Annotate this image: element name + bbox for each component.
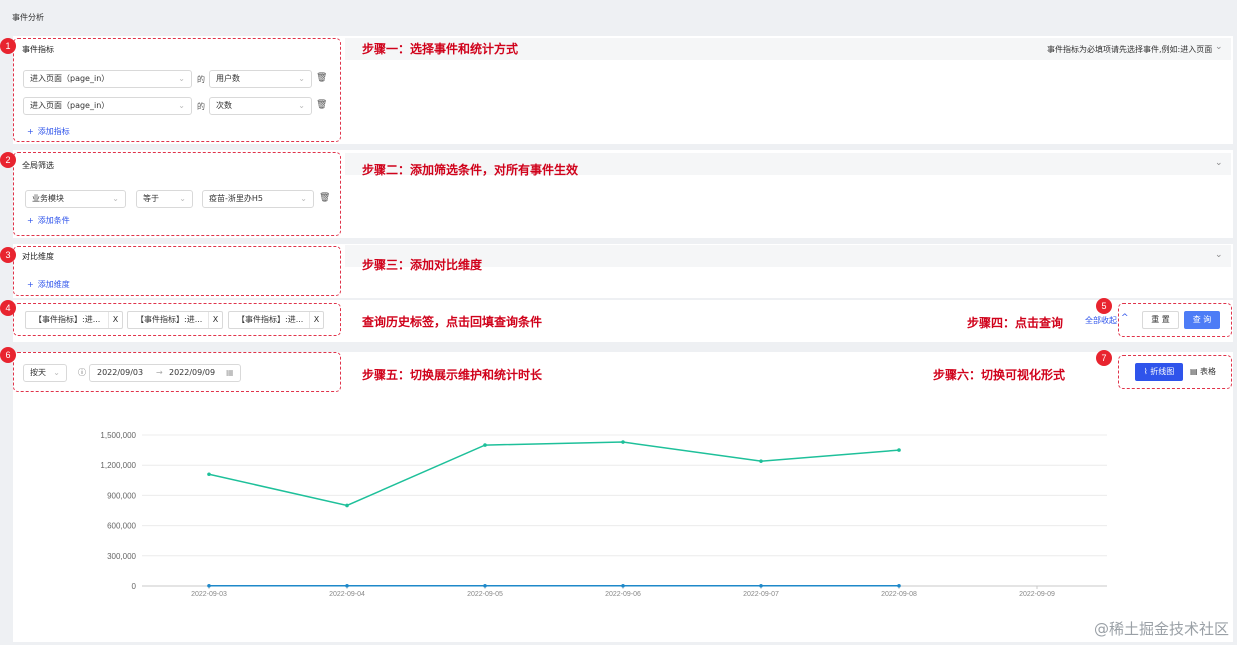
event-metrics-title: 事件指标 <box>22 45 54 54</box>
plus-icon: + <box>27 216 34 225</box>
filter-operator-select[interactable]: 等于 ⌄ <box>136 190 193 208</box>
start-date[interactable]: 2022/09/03 <box>97 365 143 381</box>
chevron-down-icon: ⌄ <box>298 74 305 83</box>
watermark: @稀土掘金技术社区 <box>1093 620 1229 638</box>
step5-annotation: 步骤五：切换展示维护和统计时长 <box>362 368 543 382</box>
history-tag-3-label: 【事件指标】:进... <box>237 315 304 324</box>
close-icon[interactable]: X <box>208 312 222 328</box>
step1-annotation: 步骤一：选择事件和统计方式 <box>362 42 519 56</box>
filter-operator-value: 等于 <box>143 194 159 203</box>
measure-select-2-value: 次数 <box>216 101 232 110</box>
chevron-down-icon: ⌄ <box>53 368 60 377</box>
chevron-down-icon: ⌄ <box>300 194 307 203</box>
history-tag-1-label: 【事件指标】:进... <box>34 315 101 324</box>
measure-select-2[interactable]: 次数 ⌄ <box>209 97 312 115</box>
line-chart-label: 折线图 <box>1150 367 1175 376</box>
date-range-picker[interactable]: 2022/09/03 → 2022/09/09 ▦ <box>89 364 241 382</box>
add-metric-label: 添加指标 <box>37 127 70 136</box>
plus-icon: + <box>27 127 34 136</box>
plus-icon: + <box>27 280 34 289</box>
granularity-select[interactable]: 按天 ⌄ <box>23 364 67 382</box>
history-annotation: 查询历史标签，点击回填查询条件 <box>362 315 543 329</box>
chevron-down-icon: ⌄ <box>298 101 305 110</box>
global-filter-title: 全局筛选 <box>22 161 54 170</box>
history-tag-1[interactable]: 【事件指标】:进... X <box>25 311 123 329</box>
chevron-down-icon: ⌄ <box>179 194 186 203</box>
collapse-all-button[interactable]: 全部收起 <box>1085 315 1117 326</box>
chevron-down-icon: ⌄ <box>178 101 185 110</box>
filter-field-select[interactable]: 业务模块 ⌄ <box>25 190 126 208</box>
step3-annotation: 步骤三：添加对比维度 <box>362 258 483 272</box>
close-icon[interactable]: X <box>108 312 122 328</box>
table-toggle[interactable]: ▤ 表格 <box>1185 363 1221 381</box>
event-select-2[interactable]: 进入页面（page_in） ⌄ <box>23 97 192 115</box>
event-metrics-collapse-icon[interactable]: ⌄ <box>1215 42 1223 52</box>
query-button[interactable]: 查 询 <box>1184 311 1220 329</box>
step-badge-2: 2 <box>0 152 16 168</box>
reset-button[interactable]: 重 置 <box>1142 311 1179 329</box>
table-icon: ▤ <box>1189 367 1201 376</box>
granularity-value: 按天 <box>30 368 46 377</box>
connector-label-1: 的 <box>197 75 205 84</box>
step-badge-7: 7 <box>1096 350 1112 366</box>
global-filter-collapse-icon[interactable]: ⌄ <box>1215 158 1223 168</box>
history-tag-2-label: 【事件指标】:进... <box>136 315 203 324</box>
add-condition-button[interactable]: + 添加条件 <box>27 215 70 226</box>
step-badge-1: 1 <box>0 38 16 54</box>
history-tag-2[interactable]: 【事件指标】:进... X <box>127 311 223 329</box>
delete-filter-icon[interactable]: 🗑 <box>319 193 330 203</box>
chevron-down-icon: ⌄ <box>112 194 119 203</box>
add-metric-button[interactable]: + 添加指标 <box>27 126 70 137</box>
measure-select-1-value: 用户数 <box>216 74 240 83</box>
chart-panel <box>13 352 1233 642</box>
filter-value-select[interactable]: 疫苗-浙里办H5 ⌄ <box>202 190 314 208</box>
filter-field-value: 业务模块 <box>32 194 64 203</box>
delete-row-1-icon[interactable]: 🗑 <box>316 73 327 83</box>
page-title: 事件分析 <box>12 13 44 22</box>
add-dimension-label: 添加维度 <box>37 280 70 289</box>
add-dimension-button[interactable]: + 添加维度 <box>27 279 70 290</box>
event-select-2-value: 进入页面（page_in） <box>30 101 110 110</box>
table-label: 表格 <box>1200 367 1217 376</box>
step2-annotation: 步骤二：添加筛选条件，对所有事件生效 <box>362 163 579 177</box>
event-select-1-value: 进入页面（page_in） <box>30 74 110 83</box>
arrow-right-icon: → <box>156 368 163 377</box>
compare-dimension-collapse-icon[interactable]: ⌄ <box>1215 250 1223 260</box>
help-circle-icon[interactable]: ⓘ <box>78 367 86 378</box>
step-badge-3: 3 <box>0 247 16 263</box>
step-badge-5: 5 <box>1096 298 1112 314</box>
chevron-down-icon: ⌄ <box>178 74 185 83</box>
event-metrics-hint: 事件指标为必填项请先选择事件,例如:进入页面 <box>1047 45 1213 54</box>
end-date[interactable]: 2022/09/09 <box>169 365 215 381</box>
line-chart-toggle[interactable]: ⌇ 折线图 <box>1135 363 1183 381</box>
step-badge-6: 6 <box>0 347 16 363</box>
measure-select-1[interactable]: 用户数 ⌄ <box>209 70 312 88</box>
step-badge-4: 4 <box>0 300 16 316</box>
delete-row-2-icon[interactable]: 🗑 <box>316 100 327 110</box>
add-condition-label: 添加条件 <box>37 216 70 225</box>
calendar-icon: ▦ <box>226 368 234 377</box>
close-icon[interactable]: X <box>309 312 323 328</box>
connector-label-2: 的 <box>197 102 205 111</box>
event-select-1[interactable]: 进入页面（page_in） ⌄ <box>23 70 192 88</box>
step6-annotation: 步骤六：切换可视化形式 <box>933 368 1066 382</box>
filter-value-value: 疫苗-浙里办H5 <box>209 194 263 203</box>
compare-dimension-title: 对比维度 <box>22 252 54 261</box>
step4-annotation: 步骤四：点击查询 <box>967 316 1064 330</box>
history-tag-3[interactable]: 【事件指标】:进... X <box>228 311 324 329</box>
